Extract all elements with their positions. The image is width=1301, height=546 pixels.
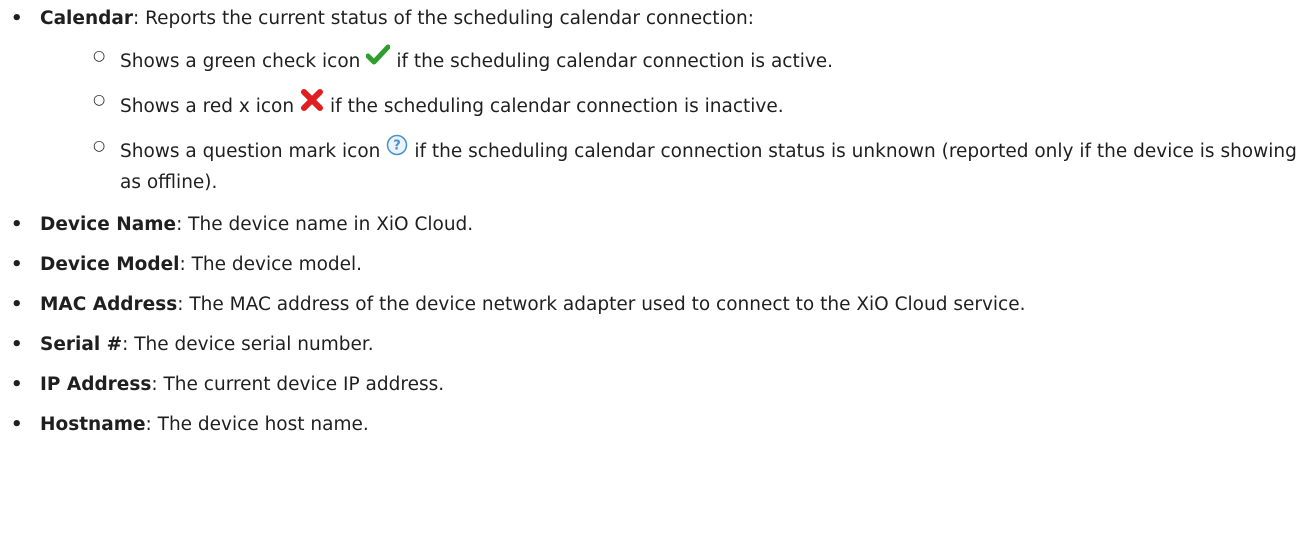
desc-hostname: : The device host name. — [145, 414, 369, 435]
sub-item-text-before: Shows a green check icon — [120, 51, 361, 72]
sub-bullet: ○ — [93, 92, 106, 108]
desc-ip-address: : The current device IP address. — [151, 374, 445, 395]
document: • Calendar: Reports the current status o… — [0, 0, 1301, 440]
question-mark-icon: ? — [386, 134, 408, 166]
sub-item-text-after: if the scheduling calendar connection is… — [330, 96, 784, 117]
list-item-device-name: • Device Name: The device name in XiO Cl… — [0, 210, 1301, 240]
term-device-name: Device Name — [40, 214, 177, 235]
bullet: • — [11, 414, 23, 435]
bullet: • — [11, 294, 23, 315]
sub-item-unknown: ○ Shows a question mark icon ? if the sc… — [40, 134, 1301, 198]
calendar-status-list: ○ Shows a green check icon if the schedu… — [40, 44, 1301, 198]
sub-item-text-before: Shows a red x icon — [120, 96, 295, 117]
bullet: • — [11, 8, 23, 29]
sub-bullet: ○ — [93, 48, 106, 64]
list-item-ip-address: • IP Address: The current device IP addr… — [0, 370, 1301, 400]
desc-serial: : The device serial number. — [122, 334, 374, 355]
sub-item-active: ○ Shows a green check icon if the schedu… — [40, 44, 1301, 78]
list-item-device-model: • Device Model: The device model. — [0, 250, 1301, 280]
bullet: • — [11, 214, 23, 235]
bullet: • — [11, 374, 23, 395]
red-x-icon — [300, 88, 324, 122]
term-ip-address: IP Address — [40, 374, 152, 395]
term-hostname: Hostname — [40, 414, 146, 435]
green-check-icon — [365, 44, 391, 76]
desc-mac-address: : The MAC address of the device network … — [177, 294, 1026, 315]
sub-item-inactive: ○ Shows a red x icon if the scheduling c… — [40, 88, 1301, 124]
desc-device-model: : The device model. — [179, 254, 363, 275]
term-device-model: Device Model — [40, 254, 180, 275]
desc-device-name: : The device name in XiO Cloud. — [176, 214, 474, 235]
list-item-mac-address: • MAC Address: The MAC address of the de… — [0, 290, 1301, 320]
term-calendar: Calendar — [40, 8, 133, 29]
sub-item-text-before: Shows a question mark icon — [120, 141, 381, 162]
bullet: • — [11, 334, 23, 355]
list-item-calendar: • Calendar: Reports the current status o… — [0, 4, 1301, 198]
term-mac-address: MAC Address — [40, 294, 178, 315]
list-item-hostname: • Hostname: The device host name. — [0, 410, 1301, 440]
term-serial: Serial # — [40, 334, 123, 355]
svg-text:?: ? — [394, 139, 402, 154]
desc-calendar: : Reports the current status of the sche… — [132, 8, 754, 29]
sub-item-text-after: if the scheduling calendar connection is… — [396, 51, 834, 72]
sub-bullet: ○ — [93, 138, 106, 154]
bullet: • — [11, 254, 23, 275]
list-item-serial: • Serial #: The device serial number. — [0, 330, 1301, 360]
